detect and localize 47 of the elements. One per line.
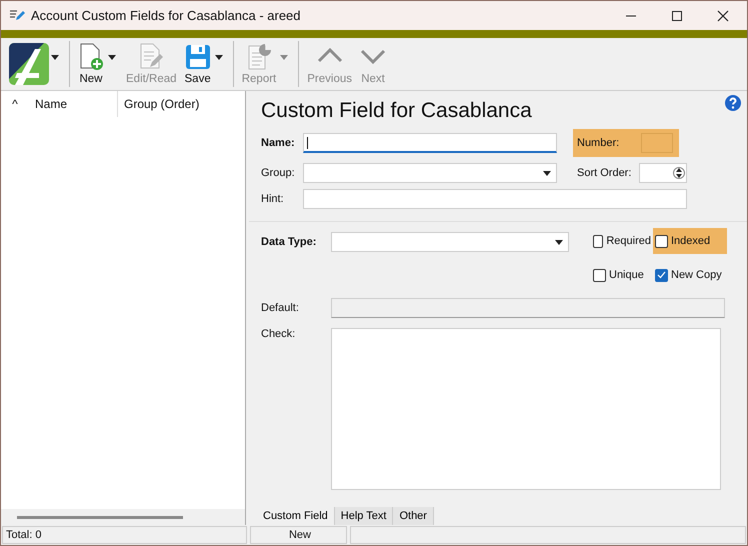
report-icon bbox=[246, 43, 272, 71]
check-textarea[interactable] bbox=[331, 328, 721, 490]
checkbox-label[interactable]: Required bbox=[606, 235, 651, 247]
sort-order-spinner[interactable] bbox=[639, 163, 688, 183]
checkbox-label[interactable]: New Copy bbox=[671, 269, 722, 281]
dropdown-caret-icon[interactable] bbox=[108, 54, 116, 60]
logo-button[interactable] bbox=[7, 43, 51, 85]
dropdown-arrow-icon bbox=[555, 240, 563, 245]
field-label: Name: bbox=[261, 137, 296, 149]
field-label: Check: bbox=[261, 328, 296, 340]
logo-icon bbox=[9, 43, 49, 85]
sort-indicator: ^ bbox=[11, 97, 19, 111]
field-label: Hint: bbox=[261, 193, 285, 205]
column-header[interactable]: Name bbox=[29, 97, 117, 111]
tab[interactable]: Other bbox=[393, 507, 434, 525]
status-mode: New bbox=[250, 526, 347, 544]
status-total: Total: 0 bbox=[2, 526, 247, 544]
maximize-icon[interactable] bbox=[671, 10, 683, 22]
checkbox[interactable] bbox=[655, 234, 668, 248]
field-label: Sort Order: bbox=[577, 167, 632, 179]
tab[interactable]: Help Text bbox=[334, 507, 394, 525]
checkbox-label[interactable]: Unique bbox=[609, 269, 644, 281]
checkbox[interactable] bbox=[593, 268, 606, 282]
close-icon[interactable] bbox=[717, 10, 729, 22]
checkbox[interactable] bbox=[655, 268, 668, 282]
form-heading: Custom Field for Casablanca bbox=[261, 99, 532, 123]
new-document-icon bbox=[78, 43, 104, 71]
spinner-arrows-icon[interactable] bbox=[673, 165, 686, 181]
hint-field[interactable] bbox=[303, 189, 687, 209]
save-button[interactable]: Save bbox=[180, 41, 215, 87]
field-label: Number: bbox=[577, 137, 620, 149]
edit-document-icon bbox=[138, 43, 164, 71]
field-label: Default: bbox=[261, 302, 300, 314]
dropdown-caret-icon[interactable] bbox=[51, 54, 59, 60]
window-title: Account Custom Fields for Casablanca - areed bbox=[31, 8, 301, 23]
field-label: Data Type: bbox=[261, 235, 318, 250]
checkbox-label[interactable]: Indexed bbox=[671, 235, 710, 247]
checkbox[interactable] bbox=[593, 234, 604, 248]
help-icon[interactable] bbox=[725, 95, 741, 111]
name-field[interactable] bbox=[303, 133, 557, 153]
dropdown-caret-icon[interactable] bbox=[214, 54, 223, 60]
scrollbar-thumb[interactable] bbox=[17, 516, 183, 518]
new-button[interactable]: New bbox=[74, 41, 108, 87]
save-icon bbox=[184, 43, 211, 71]
field-label: Group: bbox=[261, 167, 296, 179]
column-header[interactable]: Group (Order) bbox=[117, 91, 245, 117]
dropdown-arrow-icon bbox=[543, 171, 551, 176]
